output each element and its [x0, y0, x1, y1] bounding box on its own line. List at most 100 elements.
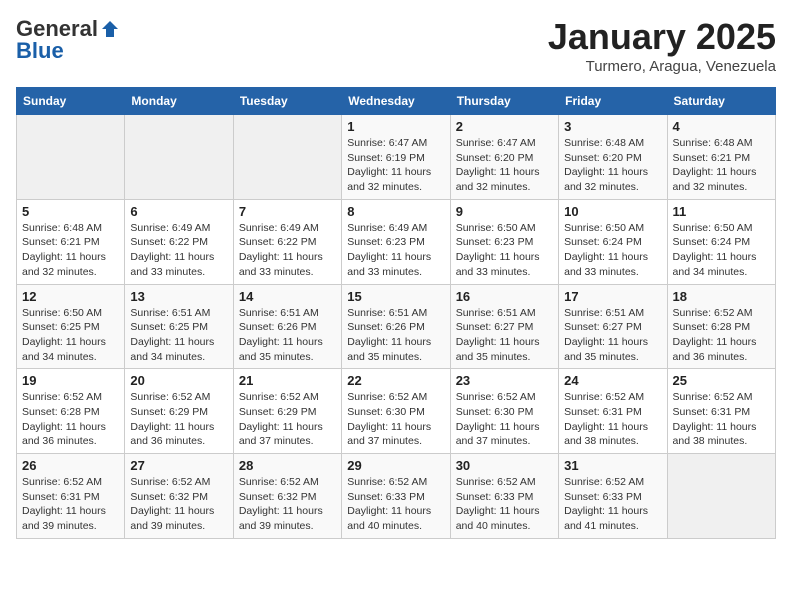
weekday-header-saturday: Saturday: [667, 88, 775, 115]
day-info: Sunrise: 6:48 AM Sunset: 6:21 PM Dayligh…: [673, 136, 770, 195]
day-number: 15: [347, 289, 444, 304]
calendar-cell: 18 Sunrise: 6:52 AM Sunset: 6:28 PM Dayli…: [667, 284, 775, 369]
day-number: 4: [673, 119, 770, 134]
day-info: Sunrise: 6:51 AM Sunset: 6:27 PM Dayligh…: [564, 306, 661, 365]
calendar-cell: 29Sunrise: 6:52 AM Sunset: 6:33 PM Dayli…: [342, 454, 450, 539]
calendar-cell: [125, 115, 233, 200]
location: Turmero, Aragua, Venezuela: [548, 58, 776, 75]
day-info: Sunrise: 6:50 AM Sunset: 6:23 PM Dayligh…: [456, 221, 553, 280]
day-info: Sunrise: 6:52 AM Sunset: 6:28 PM Dayligh…: [673, 306, 770, 365]
day-number: 23: [456, 373, 553, 388]
page-header: General Blue January 2025 Turmero, Aragu…: [16, 16, 776, 75]
day-number: 20: [130, 373, 227, 388]
title-block: January 2025 Turmero, Aragua, Venezuela: [548, 16, 776, 75]
calendar-cell: 31 Sunrise: 6:52 AM Sunset: 6:33 PM Dayli…: [559, 454, 667, 539]
day-number: 24: [564, 373, 661, 388]
calendar-cell: 14 Sunrise: 6:51 AM Sunset: 6:26 PM Dayli…: [233, 284, 341, 369]
day-info: Sunrise: 6:52 AM Sunset: 6:29 PM Dayligh…: [130, 390, 227, 449]
day-number: 13: [130, 289, 227, 304]
day-info: Sunrise: 6:51 AM Sunset: 6:26 PM Dayligh…: [239, 306, 336, 365]
calendar-cell: 3 Sunrise: 6:48 AM Sunset: 6:20 PM Daylig…: [559, 115, 667, 200]
calendar-cell: 8Sunrise: 6:49 AM Sunset: 6:23 PM Daylig…: [342, 199, 450, 284]
calendar-week-0: 1Sunrise: 6:47 AM Sunset: 6:19 PM Daylig…: [17, 115, 776, 200]
calendar-cell: 1Sunrise: 6:47 AM Sunset: 6:19 PM Daylig…: [342, 115, 450, 200]
day-info: Sunrise: 6:51 AM Sunset: 6:26 PM Dayligh…: [347, 306, 444, 365]
day-number: 29: [347, 458, 444, 473]
calendar-table: SundayMondayTuesdayWednesdayThursdayFrid…: [16, 87, 776, 539]
calendar-cell: 5Sunrise: 6:48 AM Sunset: 6:21 PM Daylig…: [17, 199, 125, 284]
day-number: 16: [456, 289, 553, 304]
calendar-cell: 7 Sunrise: 6:49 AM Sunset: 6:22 PM Daylig…: [233, 199, 341, 284]
day-number: 17: [564, 289, 661, 304]
weekday-header-row: SundayMondayTuesdayWednesdayThursdayFrid…: [17, 88, 776, 115]
day-info: Sunrise: 6:50 AM Sunset: 6:24 PM Dayligh…: [564, 221, 661, 280]
day-number: 30: [456, 458, 553, 473]
logo-icon: [100, 19, 120, 39]
day-number: 9: [456, 204, 553, 219]
calendar-cell: 13Sunrise: 6:51 AM Sunset: 6:25 PM Dayli…: [125, 284, 233, 369]
calendar-cell: 27Sunrise: 6:52 AM Sunset: 6:32 PM Dayli…: [125, 454, 233, 539]
day-info: Sunrise: 6:47 AM Sunset: 6:19 PM Dayligh…: [347, 136, 444, 195]
day-info: Sunrise: 6:48 AM Sunset: 6:21 PM Dayligh…: [22, 221, 119, 280]
day-number: 22: [347, 373, 444, 388]
day-number: 2: [456, 119, 553, 134]
calendar-cell: 6Sunrise: 6:49 AM Sunset: 6:22 PM Daylig…: [125, 199, 233, 284]
calendar-cell: [233, 115, 341, 200]
day-number: 7: [239, 204, 336, 219]
day-number: 3: [564, 119, 661, 134]
weekday-header-monday: Monday: [125, 88, 233, 115]
day-number: 31: [564, 458, 661, 473]
month-title: January 2025: [548, 16, 776, 58]
day-info: Sunrise: 6:52 AM Sunset: 6:31 PM Dayligh…: [673, 390, 770, 449]
day-number: 28: [239, 458, 336, 473]
day-info: Sunrise: 6:49 AM Sunset: 6:22 PM Dayligh…: [130, 221, 227, 280]
weekday-header-tuesday: Tuesday: [233, 88, 341, 115]
day-number: 12: [22, 289, 119, 304]
calendar-week-1: 5Sunrise: 6:48 AM Sunset: 6:21 PM Daylig…: [17, 199, 776, 284]
day-info: Sunrise: 6:51 AM Sunset: 6:27 PM Dayligh…: [456, 306, 553, 365]
day-number: 8: [347, 204, 444, 219]
day-info: Sunrise: 6:52 AM Sunset: 6:33 PM Dayligh…: [564, 475, 661, 534]
calendar-cell: 15 Sunrise: 6:51 AM Sunset: 6:26 PM Dayli…: [342, 284, 450, 369]
calendar-cell: 19Sunrise: 6:52 AM Sunset: 6:28 PM Dayli…: [17, 369, 125, 454]
day-info: Sunrise: 6:52 AM Sunset: 6:28 PM Dayligh…: [22, 390, 119, 449]
day-number: 26: [22, 458, 119, 473]
calendar-cell: 12Sunrise: 6:50 AM Sunset: 6:25 PM Dayli…: [17, 284, 125, 369]
calendar-cell: 22Sunrise: 6:52 AM Sunset: 6:30 PM Dayli…: [342, 369, 450, 454]
day-info: Sunrise: 6:52 AM Sunset: 6:33 PM Dayligh…: [456, 475, 553, 534]
calendar-cell: 20 Sunrise: 6:52 AM Sunset: 6:29 PM Dayli…: [125, 369, 233, 454]
day-number: 25: [673, 373, 770, 388]
calendar-cell: 25 Sunrise: 6:52 AM Sunset: 6:31 PM Dayli…: [667, 369, 775, 454]
calendar-cell: 11 Sunrise: 6:50 AM Sunset: 6:24 PM Dayli…: [667, 199, 775, 284]
calendar-cell: [17, 115, 125, 200]
weekday-header-wednesday: Wednesday: [342, 88, 450, 115]
day-number: 21: [239, 373, 336, 388]
day-info: Sunrise: 6:52 AM Sunset: 6:29 PM Dayligh…: [239, 390, 336, 449]
day-number: 18: [673, 289, 770, 304]
calendar-cell: 2 Sunrise: 6:47 AM Sunset: 6:20 PM Daylig…: [450, 115, 558, 200]
day-info: Sunrise: 6:52 AM Sunset: 6:31 PM Dayligh…: [564, 390, 661, 449]
day-number: 14: [239, 289, 336, 304]
day-number: 10: [564, 204, 661, 219]
calendar-cell: 10 Sunrise: 6:50 AM Sunset: 6:24 PM Dayli…: [559, 199, 667, 284]
weekday-header-friday: Friday: [559, 88, 667, 115]
calendar-cell: 26 Sunrise: 6:52 AM Sunset: 6:31 PM Dayli…: [17, 454, 125, 539]
calendar-cell: [667, 454, 775, 539]
calendar-cell: 9 Sunrise: 6:50 AM Sunset: 6:23 PM Daylig…: [450, 199, 558, 284]
day-info: Sunrise: 6:48 AM Sunset: 6:20 PM Dayligh…: [564, 136, 661, 195]
day-info: Sunrise: 6:52 AM Sunset: 6:32 PM Dayligh…: [239, 475, 336, 534]
calendar-cell: 17 Sunrise: 6:51 AM Sunset: 6:27 PM Dayli…: [559, 284, 667, 369]
calendar-week-2: 12Sunrise: 6:50 AM Sunset: 6:25 PM Dayli…: [17, 284, 776, 369]
calendar-cell: 16 Sunrise: 6:51 AM Sunset: 6:27 PM Dayli…: [450, 284, 558, 369]
calendar-cell: 23Sunrise: 6:52 AM Sunset: 6:30 PM Dayli…: [450, 369, 558, 454]
day-number: 11: [673, 204, 770, 219]
calendar-cell: 21 Sunrise: 6:52 AM Sunset: 6:29 PM Dayli…: [233, 369, 341, 454]
day-info: Sunrise: 6:47 AM Sunset: 6:20 PM Dayligh…: [456, 136, 553, 195]
day-info: Sunrise: 6:49 AM Sunset: 6:22 PM Dayligh…: [239, 221, 336, 280]
weekday-header-sunday: Sunday: [17, 88, 125, 115]
calendar-week-4: 26 Sunrise: 6:52 AM Sunset: 6:31 PM Dayli…: [17, 454, 776, 539]
calendar-cell: 30 Sunrise: 6:52 AM Sunset: 6:33 PM Dayli…: [450, 454, 558, 539]
day-info: Sunrise: 6:52 AM Sunset: 6:31 PM Dayligh…: [22, 475, 119, 534]
day-number: 27: [130, 458, 227, 473]
day-info: Sunrise: 6:50 AM Sunset: 6:24 PM Dayligh…: [673, 221, 770, 280]
